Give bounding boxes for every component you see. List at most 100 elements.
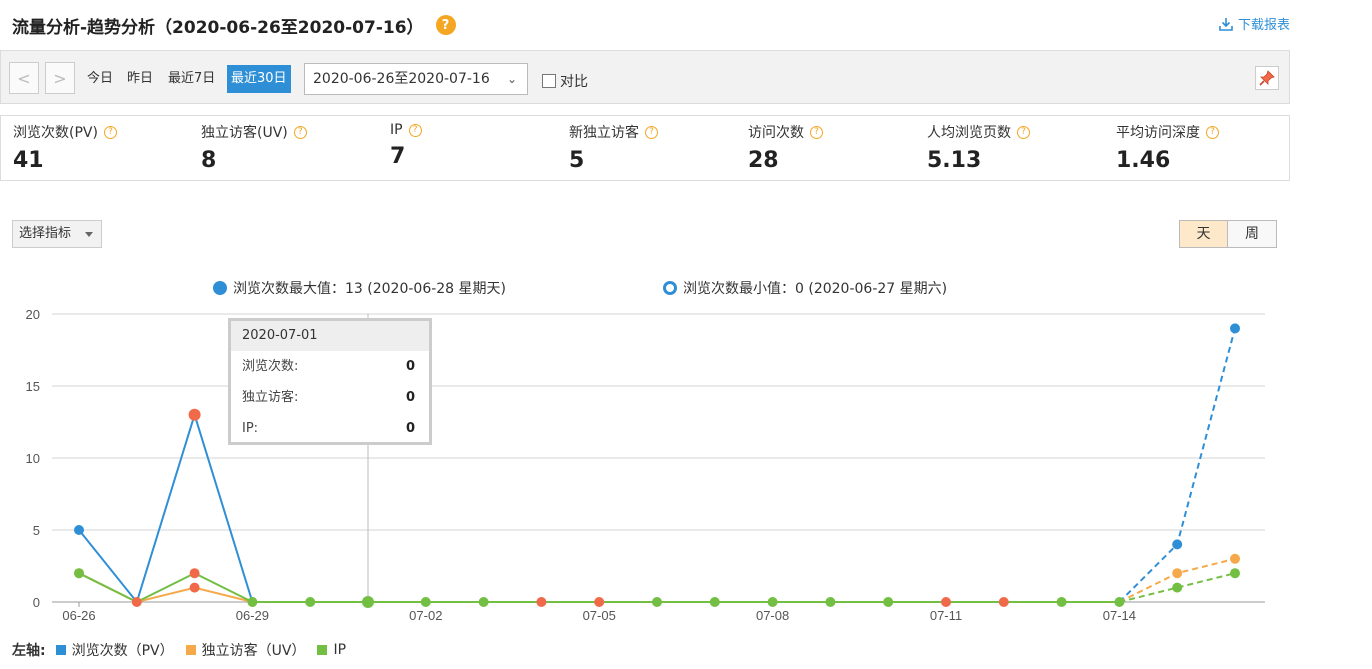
download-icon (1219, 17, 1233, 31)
caret-down-icon (85, 232, 93, 237)
pin-icon (1259, 70, 1275, 86)
metric-avg-depth: 平均访问深度? 1.46 (1116, 122, 1219, 173)
data-point (74, 568, 84, 579)
metric-value: 8 (201, 148, 217, 173)
min-value-legend: 浏览次数最小值：0 (2020-06-27 星期六) (663, 278, 947, 298)
select-indicator-dropdown[interactable]: 选择指标 (12, 220, 102, 248)
data-point (247, 597, 258, 607)
period-day-button[interactable]: 天 (1179, 220, 1228, 248)
tooltip-row: 独立访客: 0 (231, 382, 429, 413)
series-forecast-line (1118, 328, 1236, 603)
range-yesterday-button[interactable]: 昨日 (127, 65, 153, 93)
checkbox-box[interactable] (542, 74, 556, 88)
range-30days-button[interactable]: 最近30日 (227, 65, 291, 93)
tooltip-row-value: 0 (405, 390, 415, 405)
data-point (825, 597, 836, 607)
left-axis-label: 左轴: (12, 643, 46, 659)
tooltip-row-label: IP: (242, 421, 259, 436)
chart-tooltip: 2020-07-01 浏览次数: 0 独立访客: 0 IP: 0 (228, 318, 432, 445)
metric-ip: IP? 7 (390, 122, 422, 169)
prev-period-button[interactable]: < (9, 62, 39, 94)
download-report-button[interactable]: 下载报表 (1218, 14, 1290, 33)
date-range-value: 2020-06-26至2020-07-16 (313, 71, 490, 87)
trend-line-chart[interactable]: 0 5 10 15 20 06-26 06-29 07-02 07-05 07-08 07-11 07… (0, 300, 1290, 632)
trend-analysis-page: 流量分析-趋势分析（2020-06-26至2020-07-16） ? 下载报表 … (0, 0, 1372, 669)
tooltip-row-label: 浏览次数: (242, 359, 299, 374)
legend-swatch (55, 645, 66, 655)
next-period-button[interactable]: > (45, 62, 75, 94)
help-icon[interactable]: ? (293, 125, 307, 139)
help-icon[interactable]: ? (1017, 125, 1030, 139)
data-point (1172, 582, 1183, 593)
data-point (998, 597, 1009, 607)
metric-uv: 独立访客(UV)? 8 (201, 122, 307, 173)
data-point (1172, 539, 1183, 550)
x-tick-label: 07-11 (930, 608, 962, 623)
x-tick-label: 07-02 (409, 608, 442, 623)
help-icon[interactable]: ? (435, 15, 456, 35)
series-forecast-line (1118, 557, 1236, 603)
legend-label: 浏览次数（PV） (71, 643, 174, 659)
data-point (1230, 323, 1240, 334)
data-point (1172, 568, 1183, 579)
data-point (131, 597, 142, 607)
legend-item-ip[interactable]: IP (317, 642, 346, 658)
bottom-legend: 左轴: 浏览次数（PV） 独立访客（UV） IP (12, 640, 358, 660)
metric-value: 5.13 (927, 148, 982, 173)
metric-label: 平均访问深度 (1116, 125, 1200, 141)
download-label: 下载报表 (1237, 18, 1290, 33)
metric-pages-per-visitor: 人均浏览页数? 5.13 (927, 122, 1030, 173)
metric-label: 人均浏览页数 (927, 125, 1011, 141)
period-week-button[interactable]: 周 (1228, 220, 1277, 248)
data-point (594, 597, 605, 607)
pin-button[interactable] (1255, 66, 1279, 90)
filled-dot-icon (213, 281, 227, 295)
metric-value: 41 (13, 148, 44, 173)
metric-pv: 浏览次数(PV)? 41 (13, 122, 117, 173)
data-point (1230, 568, 1240, 579)
legend-label: 独立访客（UV） (201, 643, 306, 659)
data-point (189, 568, 200, 579)
help-icon[interactable]: ? (810, 125, 823, 139)
help-icon[interactable]: ? (1206, 125, 1219, 139)
help-icon[interactable]: ? (408, 123, 422, 137)
hollow-dot-icon (663, 281, 677, 295)
data-point (74, 525, 84, 535)
legend-item-pv[interactable]: 浏览次数（PV） (55, 640, 174, 660)
metric-label: 独立访客(UV) (201, 125, 288, 141)
compare-checkbox[interactable]: 对比 (542, 71, 588, 91)
help-icon[interactable]: ? (103, 125, 117, 139)
tooltip-row: 浏览次数: 0 (231, 351, 429, 382)
x-tick-label: 07-14 (1103, 608, 1136, 623)
compare-label: 对比 (560, 74, 588, 90)
legend-label: IP (333, 642, 347, 658)
metric-visits: 访问次数? 28 (748, 122, 823, 173)
range-today-button[interactable]: 今日 (87, 65, 113, 93)
tooltip-row: IP: 0 (231, 413, 429, 444)
legend-item-uv[interactable]: 独立访客（UV） (185, 640, 306, 660)
data-point (652, 597, 662, 607)
tooltip-row-value: 0 (405, 421, 415, 436)
y-tick-label: 10 (26, 451, 40, 466)
y-tick-label: 15 (26, 379, 40, 394)
help-icon[interactable]: ? (645, 125, 658, 139)
metric-new-visitors: 新独立访客? 5 (569, 122, 658, 173)
y-tick-label: 20 (26, 307, 40, 322)
metric-label: 新独立访客 (569, 125, 639, 141)
y-tick-label: 0 (33, 595, 40, 610)
summary-metrics: 浏览次数(PV)? 41 独立访客(UV)? 8 IP? 7 新独立访客? 5 … (0, 115, 1290, 181)
legend-swatch (185, 645, 196, 655)
data-point (305, 597, 316, 607)
page-title: 流量分析-趋势分析（2020-06-26至2020-07-16） (12, 17, 424, 38)
data-point (536, 597, 547, 607)
period-toggle: 天 周 (1179, 220, 1277, 248)
metric-value: 7 (390, 144, 406, 169)
chevron-down-icon: ⌄ (506, 72, 517, 86)
x-tick-label: 06-26 (62, 608, 95, 623)
x-tick-label: 06-29 (236, 608, 269, 623)
date-range-select[interactable]: 2020-06-26至2020-07-16 ⌄ (304, 63, 528, 95)
range-7days-button[interactable]: 最近7日 (168, 65, 215, 93)
metric-value: 28 (748, 148, 779, 173)
metric-label: IP (390, 122, 403, 138)
data-point (767, 597, 778, 607)
